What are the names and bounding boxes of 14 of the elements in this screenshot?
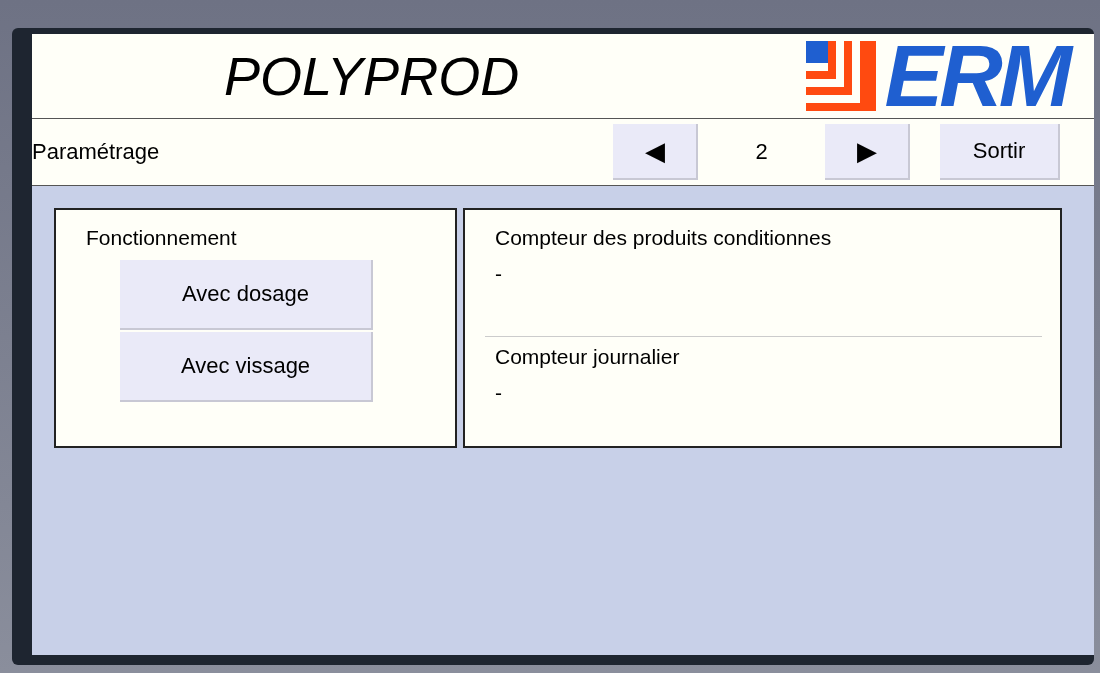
app-title: POLYPROD xyxy=(224,45,521,107)
mode-button[interactable]: Avec vissage xyxy=(120,332,373,402)
counter-value: - xyxy=(495,381,503,405)
previous-button[interactable]: ◀ xyxy=(613,124,698,180)
next-button[interactable]: ▶ xyxy=(825,124,910,180)
counter-label: Compteur des produits conditionnes xyxy=(495,226,833,250)
counter-label: Compteur journalier xyxy=(495,345,681,369)
panel-title: Fonctionnement xyxy=(86,226,238,250)
mode-button[interactable]: Avec dosage xyxy=(120,260,373,330)
counter-value: - xyxy=(495,262,503,286)
logo-mark-icon xyxy=(806,41,877,111)
page-number: 2 xyxy=(754,139,769,165)
exit-button[interactable]: Sortir xyxy=(940,124,1060,180)
section-title: Paramétrage xyxy=(32,139,161,165)
